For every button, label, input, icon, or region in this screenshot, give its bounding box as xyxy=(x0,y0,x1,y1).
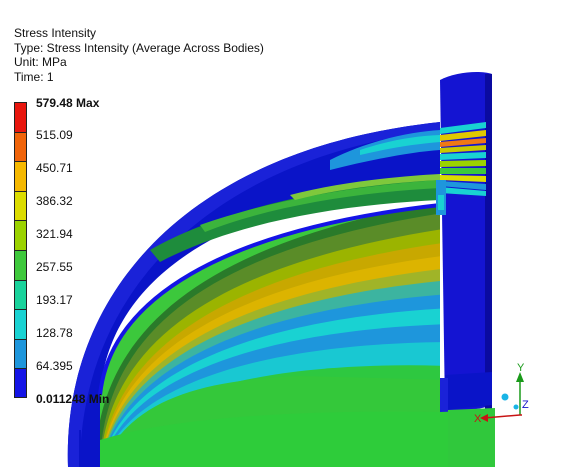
legend-tick: 128.78 xyxy=(36,326,73,340)
coordinate-triad[interactable]: Y Z X xyxy=(470,360,550,430)
color-legend: 579.48 Max 515.09 450.71 386.32 321.94 2… xyxy=(14,96,144,416)
legend-max-label: 579.48 Max xyxy=(36,96,100,110)
legend-tick: 515.09 xyxy=(36,128,73,142)
z-axis-label: Z xyxy=(522,399,529,411)
legend-tick: 386.32 xyxy=(36,194,73,208)
legend-min-label: 0.011248 Min xyxy=(36,392,110,406)
legend-tick: 321.94 xyxy=(36,227,73,241)
legend-tick: 64.395 xyxy=(36,359,73,373)
origin-icon-small xyxy=(513,404,519,410)
legend-frame xyxy=(14,102,27,398)
x-axis-label: X xyxy=(474,413,482,425)
origin-icon xyxy=(501,393,509,401)
y-axis-label: Y xyxy=(517,362,525,374)
legend-tick: 450.71 xyxy=(36,161,73,175)
legend-tick: 193.17 xyxy=(36,293,73,307)
x-axis-line xyxy=(483,414,521,419)
legend-tick: 257.55 xyxy=(36,260,73,274)
